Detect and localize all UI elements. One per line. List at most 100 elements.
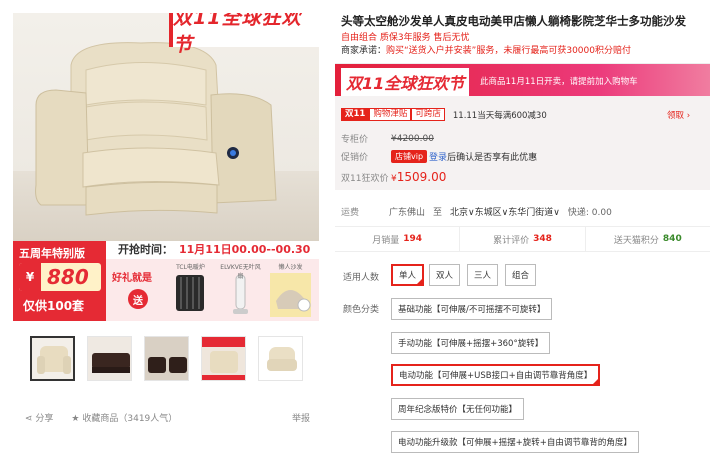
list-price: ¥4200.00	[391, 133, 434, 144]
option-color-basic[interactable]: 基础功能【可伸展/不可摇摆不可旋转】	[391, 298, 553, 320]
login-link[interactable]: 登录	[429, 150, 447, 163]
allowance-tag: 购物津贴	[369, 108, 412, 121]
express-fee: 快递: 0.00	[567, 208, 612, 218]
thumb-chair-side-icon	[259, 337, 302, 380]
double11-logo: 双11全球狂欢节	[341, 68, 470, 96]
countdown-bar: 开抢时间： 11月11日00.00--00.30	[106, 241, 319, 259]
thumb-sofa-room-icon	[145, 337, 188, 380]
total-reviews-label: 累计评价	[493, 235, 530, 246]
login-hint: 后确认是否享有此优惠	[447, 153, 538, 163]
tmall-points-label: 送天猫积分	[613, 235, 659, 246]
thumb-chair-icon	[37, 346, 71, 374]
region-street: 东华门街道	[508, 208, 554, 218]
share-label: 分享	[35, 414, 54, 424]
monthly-sales: 月销量 194	[335, 227, 461, 251]
shopping-allowance-row: 双11 购物津贴 可跨店 11.11当天每满600减30 领取 ›	[341, 108, 690, 121]
thumb-promo-icon	[202, 337, 245, 380]
promo-price-box: ¥ 880	[19, 263, 101, 291]
merchant-promise-label: 商家承诺：	[341, 46, 387, 56]
merchant-promise-text: 购买“送货入户并安装”服务，未履行最高可获30000积分赔付	[386, 46, 631, 56]
total-reviews[interactable]: 累计评价 348	[460, 227, 586, 251]
product-title: 头等太空舱沙发单人真皮电动美甲店懒人躺椅影院芝华士多功能沙发	[341, 14, 686, 28]
list-price-label: 专柜价	[341, 135, 369, 145]
option-people-triple[interactable]: 三人	[467, 264, 499, 286]
color-label: 颜色分类	[343, 305, 380, 315]
gift-heater-label: TCL电暖炉	[176, 264, 205, 271]
store-vip-badge: 店铺vip	[391, 150, 428, 163]
gift-badge: 送	[128, 289, 148, 309]
thumbnail-2[interactable]	[87, 336, 132, 381]
option-color-electric-upgrade[interactable]: 电动功能升级款【可伸展+摇摆+旋转+自由调节靠背的角度】	[391, 431, 639, 453]
share-favorite-row: ⋖ 分享 ★ 收藏商品（3419人气） 举报	[25, 411, 310, 424]
ship-to-word: 至	[433, 208, 443, 218]
anniversary-label: 五周年特别版	[19, 247, 85, 260]
gift-fan-label: ELVKVE无叶风扇	[220, 264, 261, 280]
star-icon: ★	[71, 414, 83, 424]
allowance-rule: 11.11当天每满600减30	[452, 110, 547, 121]
main-product-image[interactable]: 双11全球狂欢节 五周年特别版 ¥ 880 仅供100套 开抢时间： 11月11日…	[13, 13, 319, 321]
promo-price: 880	[47, 265, 89, 289]
thumbnail-4[interactable]	[201, 336, 246, 381]
promo-banner: 五周年特别版 ¥ 880 仅供100套 开抢时间： 11月11日00.00--00…	[13, 241, 319, 321]
gift-fan: ELVKVE无叶风扇	[218, 261, 263, 319]
monthly-sales-label: 月销量	[372, 235, 400, 246]
thumbnail-1[interactable]	[30, 336, 75, 381]
double11-price-label: 双11狂欢价	[341, 173, 389, 184]
monthly-sales-value: 194	[403, 234, 423, 244]
favorite-label: 收藏商品	[82, 414, 119, 424]
thumbnail-5[interactable]	[258, 336, 303, 381]
merchant-promise: 商家承诺：购买“送货入户并安装”服务，未履行最高可获30000积分赔付	[341, 43, 713, 56]
double11-price: ¥1509.00	[391, 170, 446, 184]
list-price-row: 专柜价 ¥4200.00	[341, 132, 434, 146]
product-subtitle: 自由组合 质保3年服务 售后无忧	[341, 33, 470, 43]
tmall-points-value: 840	[662, 234, 682, 244]
double11-presale-banner: 双11全球狂欢节 此商品11月11日开卖，请提前加入购物车	[335, 64, 710, 96]
promo-price-label: 促销价	[341, 153, 369, 163]
promo-gift-block: 开抢时间： 11月11日00.00--00.30 好礼就是 送 TCL电暖炉 EL…	[106, 241, 319, 321]
region-selector[interactable]: 北京∨东城区∨东华门街道∨	[450, 205, 560, 218]
option-people-single[interactable]: 单人	[391, 264, 425, 286]
chevron-down-icon: ∨	[468, 208, 475, 218]
option-people-double[interactable]: 双人	[429, 264, 461, 286]
thumbnail-3[interactable]	[144, 336, 189, 381]
favorite-count: （3419人气）	[118, 414, 178, 424]
claim-allowance-link[interactable]: 领取 ›	[667, 109, 690, 121]
favorite-button[interactable]: ★ 收藏商品（3419人气）	[71, 411, 177, 424]
promo-price-row: 促销价 店铺vip 登录 后确认是否享有此优惠	[341, 150, 537, 163]
gift-lazy-sofa-label: 懒人沙发	[278, 264, 303, 271]
option-people-combo[interactable]: 组合	[505, 264, 537, 286]
price-panel: 双11全球狂欢节 此商品11月11日开卖，请提前加入购物车 双11 购物津贴 可…	[335, 63, 710, 190]
presale-notice: 此商品11月11日开卖，请提前加入购物车	[480, 77, 638, 87]
people-label: 适用人数	[343, 273, 380, 283]
tmall-points: 送天猫积分 840	[586, 227, 710, 251]
region-province: 北京	[450, 208, 469, 218]
option-color-manual[interactable]: 手动功能【可伸展+摇摆+360°旋转】	[391, 332, 551, 354]
thumbnail-strip	[30, 336, 303, 381]
limit-label: 仅供100套	[23, 299, 85, 313]
region-district: 东城区	[474, 208, 502, 218]
share-icon: ⋖	[25, 414, 36, 424]
recliner-chair-illustration	[35, 42, 277, 216]
option-color-anniversary[interactable]: 周年纪念版特价【无任何功能】	[391, 398, 525, 420]
double11-corner-text: 双11全球狂欢节	[173, 13, 302, 56]
gift-heater: TCL电暖炉	[168, 261, 213, 319]
option-color-electric[interactable]: 电动功能【可伸展+USB接口+自由调节靠背角度】	[391, 364, 601, 386]
gift-title: 好礼就是	[112, 273, 152, 284]
thumb-sofa-set-icon	[88, 337, 131, 380]
total-reviews-value: 348	[533, 234, 552, 244]
shipping-row: 运费 广东佛山 至 北京∨东城区∨东华门街道∨ 快递: 0.00	[341, 205, 612, 218]
double11-corner-badge: 双11全球狂欢节	[169, 13, 319, 56]
double11-price-value: 1509.00	[396, 170, 447, 184]
currency-symbol: ¥	[19, 263, 41, 291]
chevron-down-icon: ∨	[553, 208, 560, 218]
stats-bar: 月销量 194 累计评价 348 送天猫积分 840	[335, 226, 710, 252]
countdown-time: 11月11日00.00--00.30	[179, 243, 311, 256]
double11-price-row: 双11狂欢价 ¥1509.00	[341, 170, 446, 184]
shipping-label: 运费	[341, 208, 360, 218]
report-link[interactable]: 举报	[292, 411, 310, 424]
countdown-label: 开抢时间：	[118, 243, 173, 256]
cross-store-tag: 可跨店	[411, 108, 445, 121]
share-button[interactable]: ⋖ 分享	[25, 411, 53, 424]
double11-tag: 双11	[341, 108, 370, 121]
ship-from: 广东佛山	[389, 208, 426, 218]
